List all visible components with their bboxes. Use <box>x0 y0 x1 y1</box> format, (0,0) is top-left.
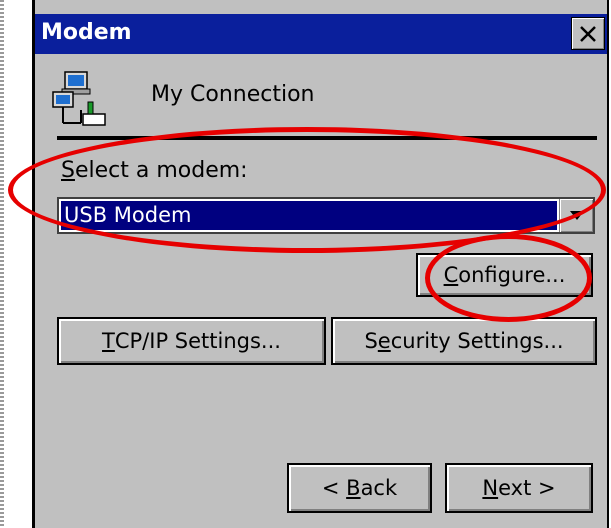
connection-name: My Connection <box>151 82 315 107</box>
select-modem-label: Select a modem: <box>61 158 248 183</box>
modem-dialog: Modem My Connection Select a modem: USB … <box>32 0 609 528</box>
chevron-down-icon <box>569 211 584 220</box>
configure-button[interactable]: Configure... <box>416 253 593 297</box>
next-button[interactable]: Next > <box>445 463 593 513</box>
separator <box>57 136 597 140</box>
modem-select-value: USB Modem <box>61 201 557 230</box>
page-edge <box>0 0 4 528</box>
security-settings-button[interactable]: Se curity Settings... <box>331 317 597 365</box>
tcpip-settings-button[interactable]: T CP/IP Settings... <box>57 317 326 365</box>
back-button[interactable]: < Back <box>287 463 432 513</box>
network-connection-icon <box>52 71 106 126</box>
close-button[interactable] <box>571 17 605 50</box>
modem-select-dropdown-button[interactable] <box>559 199 593 232</box>
close-icon <box>580 25 596 42</box>
modem-select[interactable]: USB Modem <box>57 197 595 234</box>
window-title: Modem <box>41 20 132 45</box>
title-bar: Modem <box>35 14 607 54</box>
